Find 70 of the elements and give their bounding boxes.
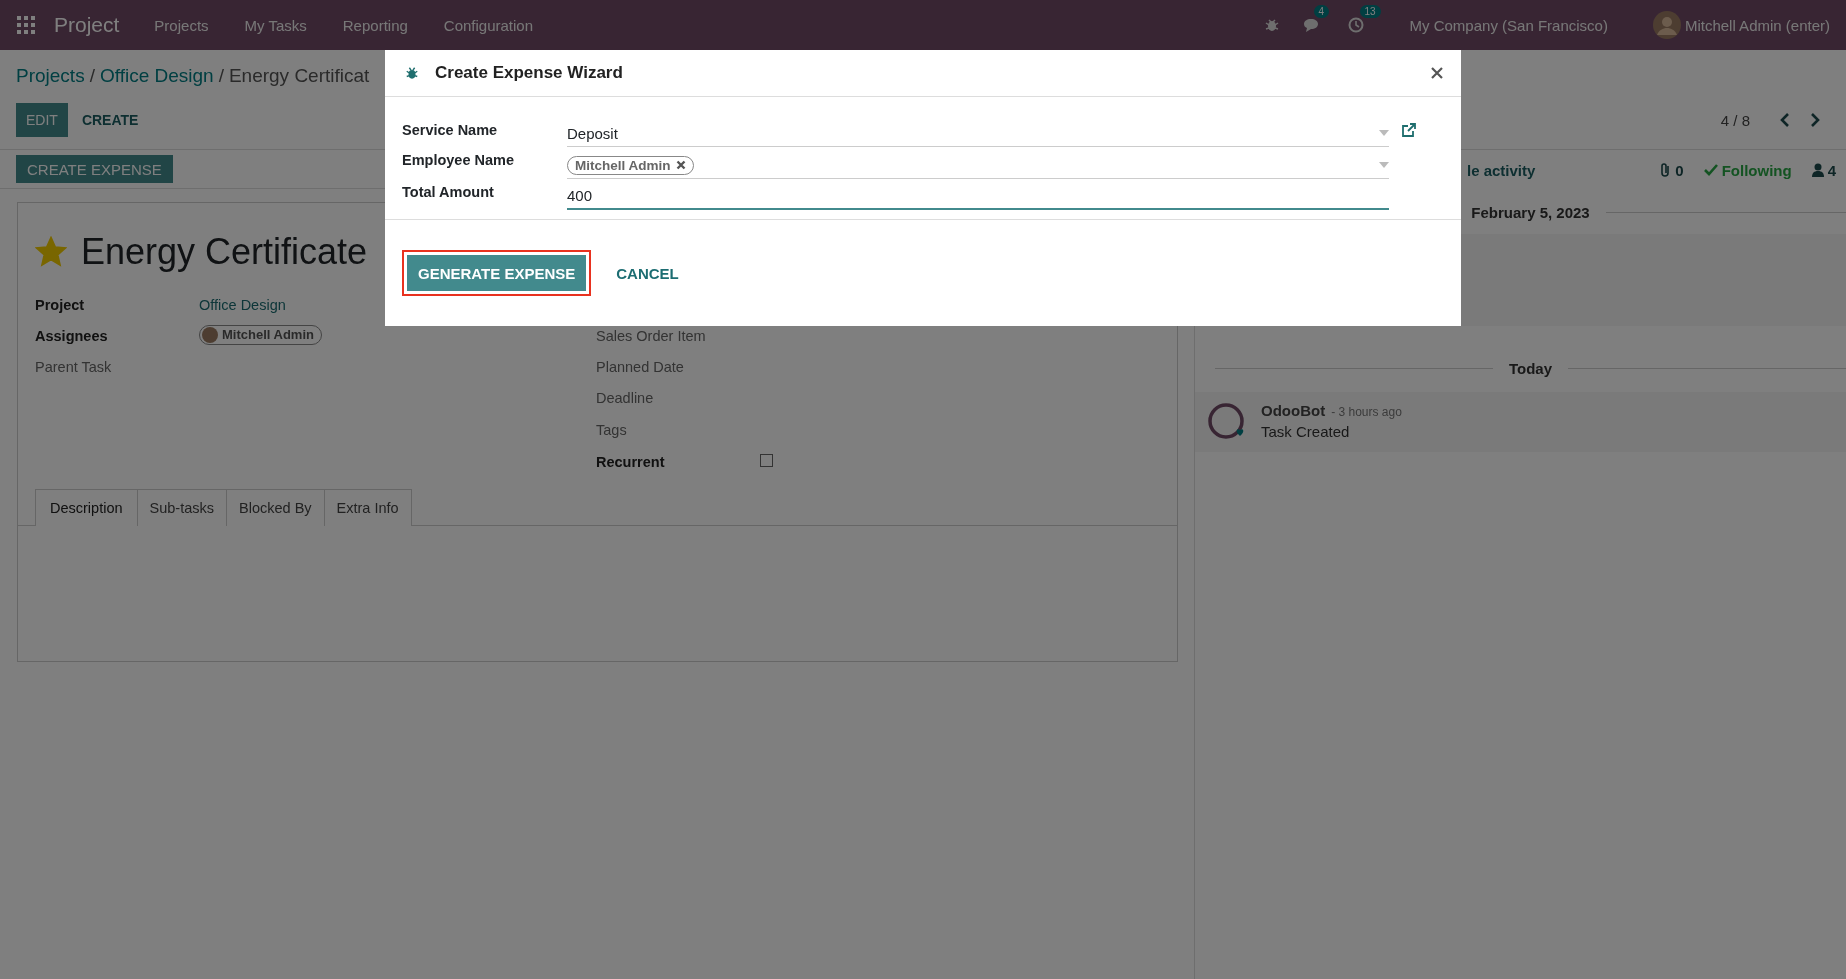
previous-icon [1780,112,1790,128]
generate-expense-button[interactable]: GENERATE EXPENSE [407,255,587,291]
pager-value[interactable]: 4 / 8 [1720,111,1750,129]
menu-item[interactable]: Reporting [342,16,408,34]
company-switcher[interactable]: My Company (San Francisco) [1409,16,1608,34]
tab[interactable]: Extra Info [324,489,412,526]
bug-icon [405,66,419,80]
user-menu[interactable]: Mitchell Admin (enter) [1684,16,1830,34]
paperclip-icon [1659,162,1672,178]
field-label: Service Name [402,122,499,138]
message-time: - 3 hours ago [1331,405,1402,419]
chat-icon [1301,17,1320,33]
input-field[interactable]: Mitchell Admin [567,152,1389,179]
check-icon [1703,163,1718,177]
breadcrumb-separator: / [218,65,224,87]
field-label: Tags [596,422,628,438]
field-label: Deadline [596,390,655,406]
tab[interactable]: Description [35,489,138,526]
star-icon[interactable] [35,236,67,268]
checkbox[interactable] [760,454,773,467]
breadcrumb-link[interactable]: Projects [16,65,85,87]
schedule-activity-button[interactable]: le activity [1467,161,1536,179]
message-text: Task Created [1261,423,1351,440]
dialog-title: Create Expense Wizard [435,63,623,83]
create-button[interactable]: CREATE [71,103,149,137]
menu-item[interactable]: My Tasks [244,16,307,34]
date-separator: February 5, 2023 [1471,203,1590,221]
followers-button[interactable]: 4 [1811,161,1836,179]
field-label: Project [35,296,86,313]
breadcrumb-link[interactable]: Office Design [99,65,214,87]
field-label: Employee Name [402,152,516,168]
remove-icon [675,160,686,170]
field-link[interactable]: Office Design [199,296,286,313]
apps-menu-icon[interactable] [17,16,35,34]
user-avatar-icon [1652,11,1681,39]
external-link-icon[interactable] [1401,122,1417,138]
menu-item[interactable]: Configuration [443,16,534,34]
close-icon [1431,67,1443,79]
cancel-button[interactable]: CANCEL [606,256,689,290]
menu-item[interactable]: Projects [154,16,209,34]
bot-avatar-icon [1207,402,1247,442]
message-author: OdooBot [1261,402,1326,419]
date-separator: Today [1508,359,1553,377]
field-label: Assignees [35,327,109,344]
dropdown-caret-icon [1379,130,1389,136]
create-expense-button[interactable]: CREATE EXPENSE [16,155,173,183]
dropdown-caret-icon [1379,162,1389,168]
app-name[interactable]: Project [54,13,120,37]
breadcrumb-current: Energy Certificat [228,65,370,87]
following-button[interactable]: Following [1703,161,1792,179]
field-label: Parent Task [35,358,113,375]
tab[interactable]: Blocked By [227,489,325,526]
breadcrumb-separator: / [89,65,95,87]
attachments-button[interactable]: 0 [1659,161,1684,179]
avatar-icon [202,326,218,343]
tab[interactable]: Sub-tasks [137,489,227,526]
next-icon [1810,112,1820,128]
person-icon [1811,163,1824,177]
field-label: Total Amount [402,183,495,200]
input-field[interactable]: Deposit [567,120,1389,147]
field-label: Planned Date [596,358,685,375]
field-label: Sales Order Item [596,327,707,344]
clock-icon [1347,17,1364,33]
notification-badge: 4 [1313,5,1330,18]
edit-button[interactable]: EDIT [16,103,68,137]
task-title: Energy Certificate [81,231,368,273]
notification-badge: 13 [1359,5,1381,18]
input-field[interactable]: 400 [567,182,1389,210]
bug-icon [1263,17,1280,33]
field-label: Recurrent [596,454,666,470]
